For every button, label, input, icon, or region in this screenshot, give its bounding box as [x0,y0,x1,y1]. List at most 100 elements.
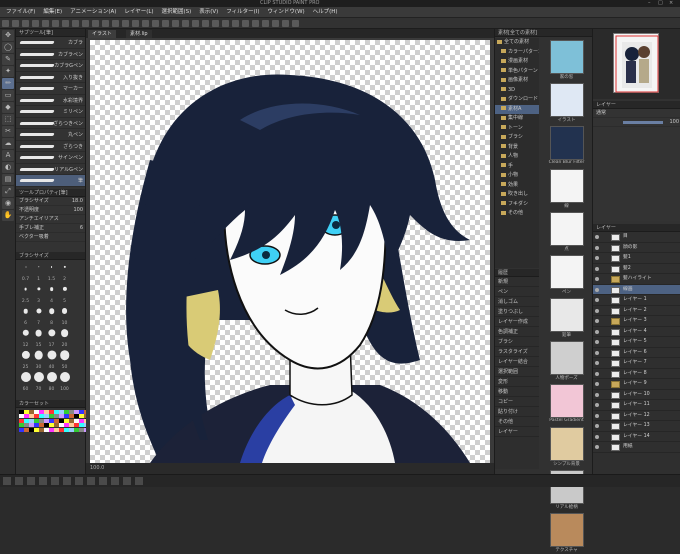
command-icon[interactable] [172,20,179,27]
color-swatch[interactable] [59,427,64,432]
history-item[interactable]: レイヤー [495,427,539,437]
taskbar-icon[interactable] [135,477,143,485]
color-swatch[interactable] [54,418,59,423]
color-swatch[interactable] [74,418,79,423]
taskbar-icon[interactable] [3,477,11,485]
brush-size-option[interactable] [45,350,58,361]
brush-size-cell[interactable]: 80 [45,372,58,394]
brush-size-cell[interactable]: 70 [32,372,45,394]
color-swatch[interactable] [19,423,24,427]
history-item[interactable]: 消しゴム [495,297,539,307]
brush-item[interactable]: カブラ [16,37,85,49]
menu-window[interactable]: ウィンドウ(W) [267,7,304,18]
command-icon[interactable] [262,20,269,27]
opacity-row[interactable]: 100 [593,118,680,127]
material-tree-item[interactable]: フキダシ [495,200,539,210]
color-swatch[interactable] [74,427,79,432]
taskbar-icon[interactable] [123,477,131,485]
eye-icon[interactable] [595,382,599,386]
brush-size-option[interactable] [58,262,71,273]
color-swatch[interactable] [49,409,54,414]
material-thumbnail[interactable] [549,212,584,246]
layer-row[interactable]: レイヤー 10 [593,390,680,400]
brush-item[interactable]: 水彩境界 [16,95,85,106]
color-swatch[interactable] [19,418,24,423]
color-swatch[interactable] [54,423,59,427]
command-icon[interactable] [272,20,279,27]
brush-item[interactable]: マーカー [16,83,85,95]
brush-size-cell[interactable]: 5 [58,284,71,306]
history-item[interactable]: コピー [495,397,539,407]
history-item[interactable]: 貼り付け [495,407,539,417]
eye-icon[interactable] [595,308,599,313]
command-icon[interactable] [52,20,59,27]
color-swatch[interactable] [24,414,29,418]
color-swatch[interactable] [64,427,69,432]
tool-icon[interactable]: ◐ [2,162,14,173]
taskbar-icon[interactable] [99,477,107,485]
layer-row[interactable]: レイヤー 8 [593,369,680,379]
material-tree-item[interactable]: トーン [495,124,539,134]
history-item[interactable]: レイヤー結合 [495,357,539,367]
command-icon[interactable] [142,20,149,27]
brush-item[interactable]: カブラペン [16,49,85,60]
history-item[interactable]: 色調補正 [495,327,539,337]
color-swatch[interactable] [39,409,44,414]
eye-icon[interactable] [595,403,599,407]
material-thumbnail[interactable] [549,384,584,418]
brush-size-cell[interactable]: 0.7 [19,262,32,284]
history-item[interactable]: レイヤー作成 [495,317,539,327]
eye-icon[interactable] [595,319,599,323]
color-swatch[interactable] [44,427,49,432]
color-swatch[interactable] [44,409,49,414]
brush-size-option[interactable] [19,372,32,383]
command-icon[interactable] [112,20,119,27]
maximize-button[interactable]: □ [658,0,663,6]
material-thumbnail[interactable] [549,169,584,203]
color-swatch[interactable] [79,423,84,427]
layer-row[interactable]: 用紙 [593,442,680,453]
tool-icon[interactable]: ⤢ [2,186,14,197]
tool-icon[interactable]: ◉ [2,198,14,209]
command-icon[interactable] [292,20,299,27]
brush-size-option[interactable] [19,328,32,339]
color-swatch[interactable] [24,427,29,432]
color-swatch[interactable] [49,427,54,432]
eye-icon[interactable] [595,235,599,239]
taskbar-icon[interactable] [63,477,71,485]
brush-size-cell[interactable]: 10 [58,306,71,328]
taskbar-icon[interactable] [15,477,23,485]
tool-icon[interactable]: ✏ [2,78,14,89]
brush-size-option[interactable] [45,328,58,339]
material-tree-item[interactable]: カラーパターン [495,48,539,58]
taskbar-icon[interactable] [51,477,59,485]
material-tree-item[interactable]: 人物 [495,152,539,162]
history-item[interactable]: 移動 [495,387,539,397]
layer-row[interactable]: レイヤー 5 [593,337,680,348]
color-swatch[interactable] [74,423,79,427]
command-icon[interactable] [2,20,9,27]
eye-icon[interactable] [595,277,599,281]
command-icon[interactable] [22,20,29,27]
color-swatch[interactable] [44,414,49,418]
tool-icon[interactable]: ◯ [2,42,14,53]
brush-size-option[interactable] [45,284,58,295]
command-icon[interactable] [202,20,209,27]
brush-item[interactable]: 丸ペン [16,129,85,141]
brush-size-cell[interactable]: 40 [45,350,58,372]
menu-view[interactable]: 表示(V) [199,7,218,18]
material-thumbnail[interactable] [549,255,584,289]
material-tree-item[interactable]: 素材A [495,104,539,114]
tool-icon[interactable]: ☁ [2,138,14,149]
layer-row[interactable]: レイヤー 1 [593,295,680,306]
material-thumbnail[interactable] [549,40,584,74]
material-tree-item[interactable]: 全ての素材 [495,38,539,48]
color-swatch[interactable] [29,409,34,414]
tab-illustration[interactable]: イラスト [88,30,116,38]
brush-size-option[interactable] [32,372,45,383]
command-icon[interactable] [162,20,169,27]
menu-help[interactable]: ヘルプ(H) [313,7,338,18]
color-swatch[interactable] [59,409,64,414]
color-swatch[interactable] [19,414,24,418]
color-swatch[interactable] [19,409,24,414]
